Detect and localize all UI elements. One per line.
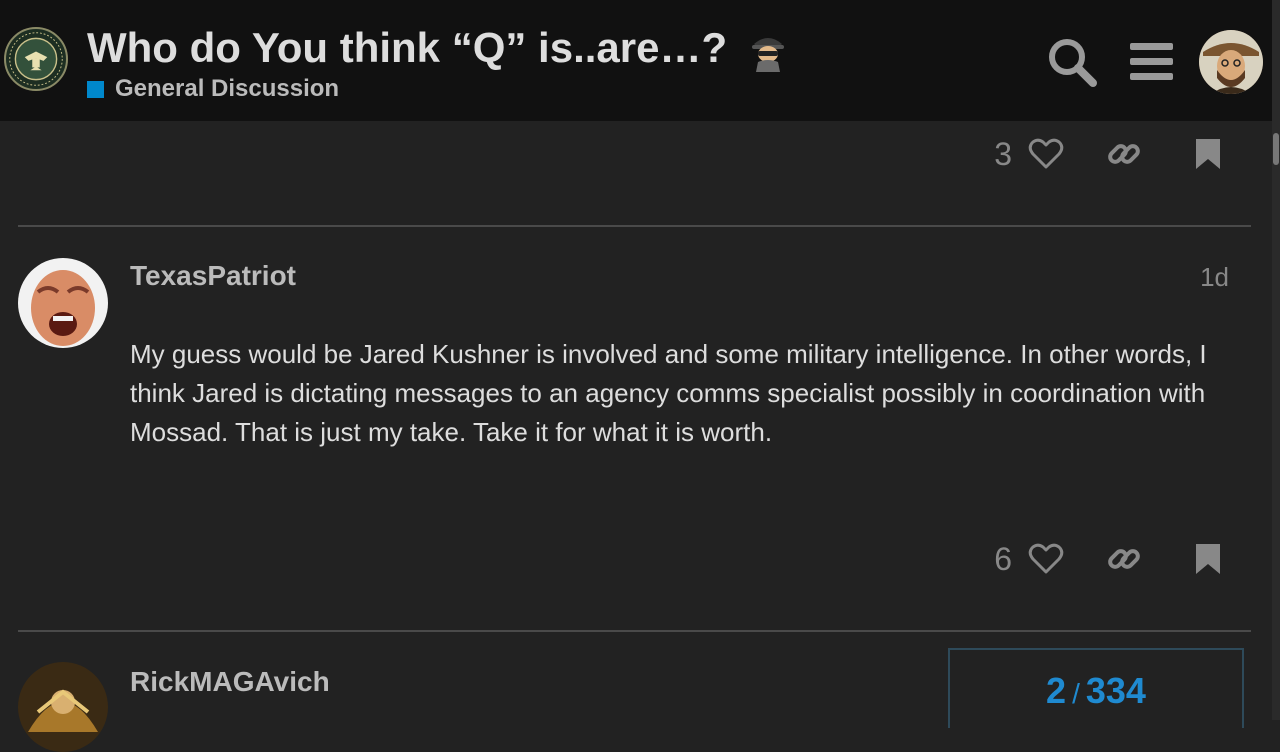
like-button[interactable] — [1024, 132, 1068, 176]
post-date[interactable]: 1d — [1200, 262, 1229, 293]
category-label: General Discussion — [115, 75, 340, 102]
bookmark-icon — [1196, 544, 1220, 574]
topic-progress-indicator[interactable]: 2/334 — [948, 648, 1244, 728]
post-username[interactable]: TexasPatriot — [130, 260, 296, 292]
heart-icon — [1028, 543, 1064, 574]
post-avatar[interactable] — [18, 258, 108, 348]
bookmark-icon — [1196, 139, 1220, 169]
like-button[interactable] — [1024, 537, 1068, 581]
search-icon[interactable] — [1046, 36, 1098, 88]
previous-post-controls: 3 — [994, 130, 1230, 178]
progress-total: 334 — [1085, 670, 1146, 711]
post-divider — [18, 225, 1251, 227]
bookmark-button[interactable] — [1186, 537, 1230, 581]
post-controls: 6 — [994, 535, 1230, 583]
site-logo[interactable] — [4, 27, 68, 91]
progress-current: 2 — [1046, 670, 1067, 711]
site-header: Who do You think “Q” is..are…? General D… — [0, 0, 1272, 121]
category-color-swatch — [87, 80, 104, 98]
link-icon — [1108, 549, 1140, 569]
current-user-avatar[interactable] — [1199, 30, 1263, 94]
topic-title[interactable]: Who do You think “Q” is..are…? — [87, 22, 727, 74]
share-link-button[interactable] — [1102, 537, 1146, 581]
post-divider — [18, 630, 1251, 632]
bookmark-button[interactable] — [1186, 132, 1230, 176]
detective-emoji-icon — [748, 30, 788, 72]
post-username[interactable]: RickMAGAvich — [130, 666, 330, 698]
eagle-seal-icon — [9, 32, 63, 86]
hamburger-menu-icon[interactable] — [1126, 36, 1178, 88]
scrollbar-thumb[interactable] — [1273, 133, 1279, 165]
like-count: 3 — [994, 135, 1012, 172]
category-badge[interactable]: General Discussion — [87, 75, 339, 103]
post-avatar[interactable] — [18, 662, 108, 752]
page-scrollbar[interactable] — [1272, 0, 1280, 720]
link-icon — [1108, 144, 1140, 164]
heart-icon — [1028, 138, 1064, 169]
like-count: 6 — [994, 540, 1012, 577]
share-link-button[interactable] — [1102, 132, 1146, 176]
progress-separator: / — [1072, 678, 1080, 709]
post-body: My guess would be Jared Kushner is invol… — [130, 339, 1207, 447]
